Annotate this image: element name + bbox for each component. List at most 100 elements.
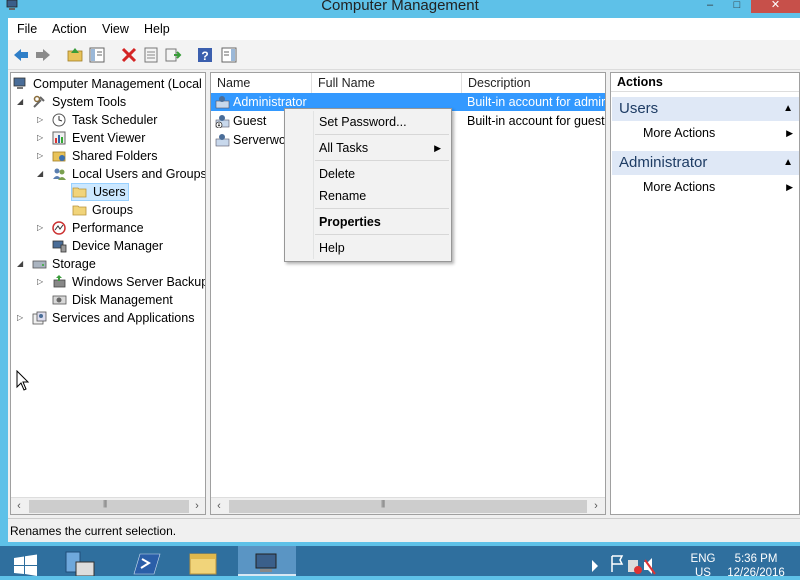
start-button-icon[interactable] [8, 546, 42, 576]
show-hide-action-pane-icon[interactable] [220, 46, 238, 64]
menu-file[interactable]: File [17, 22, 37, 36]
tree-item-shared-folders[interactable]: ▷ Shared Folders [11, 147, 205, 165]
expanded-arrow-icon[interactable]: ◢ [37, 165, 47, 183]
back-arrow-icon[interactable] [12, 46, 30, 64]
tree-label: Services and Applications [52, 311, 195, 325]
system-tools-icon [33, 95, 45, 108]
computer-management-window: Computer Management – □ ✕ File Action Vi… [0, 0, 800, 546]
close-button[interactable]: ✕ [751, 0, 800, 13]
tree-item-disk-management[interactable]: Disk Management [11, 291, 205, 309]
toolbar: ? [8, 40, 800, 70]
collapse-up-icon[interactable]: ▲ [783, 151, 793, 175]
tree-label: Users [93, 185, 126, 199]
menu-item-all-tasks[interactable]: All Tasks [319, 139, 447, 157]
actions-pane: Actions Users ▲ More Actions ▶ Administr… [610, 72, 800, 515]
administrator-more-actions[interactable]: More Actions ▶ [643, 178, 793, 196]
computer-management-taskbar-button[interactable] [238, 546, 296, 576]
menu-item-delete[interactable]: Delete [319, 165, 355, 183]
backup-icon [53, 275, 66, 288]
menu-action[interactable]: Action [52, 22, 87, 36]
tree-label: Windows Server Backup [72, 275, 206, 289]
tree-item-device-manager[interactable]: Device Manager [11, 237, 205, 255]
tree-label: Computer Management (Local [33, 77, 202, 91]
collapsed-arrow-icon[interactable]: ▷ [37, 111, 47, 129]
menu-help[interactable]: Help [144, 22, 170, 36]
scroll-right-icon[interactable]: › [189, 499, 205, 514]
users-more-actions[interactable]: More Actions ▶ [643, 124, 793, 142]
disk-management-icon [52, 295, 67, 305]
menu-item-properties[interactable]: Properties [319, 213, 381, 231]
tree-item-windows-server-backup[interactable]: ▷ Windows Server Backup [11, 273, 206, 291]
tree-item-system-tools[interactable]: ◢ System Tools [11, 93, 205, 111]
tree-item-storage[interactable]: ◢ Storage [11, 255, 205, 273]
column-header-description[interactable]: Description [462, 73, 605, 93]
row-description: Built-in account for admir [467, 95, 606, 109]
tree-label: System Tools [52, 95, 127, 109]
scroll-left-icon[interactable]: ‹ [11, 499, 27, 514]
region-code: US [695, 567, 711, 579]
menu-view[interactable]: View [102, 22, 129, 36]
actions-header: Actions [611, 73, 799, 92]
users-group-icon [53, 168, 66, 180]
delete-icon[interactable] [120, 46, 138, 64]
expanded-arrow-icon[interactable]: ◢ [17, 93, 27, 111]
scrollbar-thumb[interactable] [229, 500, 587, 513]
menu-separator [315, 234, 449, 235]
actions-section-administrator[interactable]: Administrator ▲ [612, 151, 799, 175]
tree-item-event-viewer[interactable]: ▷ Event Viewer [11, 129, 205, 147]
tree-item-groups[interactable]: Groups [11, 201, 205, 219]
file-explorer-icon[interactable] [180, 546, 228, 576]
title-bar[interactable]: Computer Management – □ ✕ [0, 0, 800, 18]
item-label: More Actions [643, 126, 716, 140]
column-header-full-name[interactable]: Full Name [312, 73, 462, 93]
scroll-left-icon[interactable]: ‹ [211, 499, 227, 514]
menu-item-help[interactable]: Help [319, 239, 345, 257]
list-horizontal-scrollbar[interactable]: ‹ ||| › [211, 497, 605, 514]
submenu-arrow-icon: ▶ [786, 128, 793, 138]
menu-separator [315, 160, 449, 161]
tree-item-services-applications[interactable]: ▷ Services and Applications [11, 309, 205, 327]
minimize-button[interactable]: – [697, 0, 723, 13]
tree-item-users[interactable]: Users [71, 183, 129, 201]
tree-item-task-scheduler[interactable]: ▷ Task Scheduler [11, 111, 205, 129]
context-menu: Set Password... All Tasks ▶ Delete Renam… [284, 108, 452, 262]
scrollbar-thumb[interactable] [29, 500, 189, 513]
collapsed-arrow-icon[interactable]: ▷ [37, 147, 47, 165]
tree-item-local-users-groups[interactable]: ◢ Local Users and Groups [11, 165, 205, 183]
up-folder-icon[interactable] [66, 46, 84, 64]
maximize-button[interactable]: □ [724, 0, 750, 13]
show-hide-tree-icon[interactable] [88, 46, 106, 64]
tree-item-performance[interactable]: ▷ Performance [11, 219, 205, 237]
forward-arrow-icon[interactable] [34, 46, 52, 64]
server-manager-icon[interactable] [58, 546, 102, 576]
menu-separator [315, 134, 449, 135]
collapsed-arrow-icon[interactable]: ▷ [37, 129, 47, 147]
submenu-arrow-icon: ▶ [786, 182, 793, 192]
status-bar: Renames the current selection. [8, 518, 800, 542]
shared-folders-icon [52, 151, 66, 162]
powershell-icon[interactable] [124, 546, 168, 576]
collapsed-arrow-icon[interactable]: ▷ [17, 309, 27, 327]
menu-item-rename[interactable]: Rename [319, 187, 366, 205]
submenu-arrow-icon: ▶ [434, 143, 441, 153]
tree-horizontal-scrollbar[interactable]: ‹ ||| › [11, 497, 205, 514]
collapse-up-icon[interactable]: ▲ [783, 97, 793, 121]
clock-time: 5:36 PM [734, 553, 778, 565]
expanded-arrow-icon[interactable]: ◢ [17, 255, 27, 273]
scroll-right-icon[interactable]: › [588, 499, 604, 514]
collapsed-arrow-icon[interactable]: ▷ [37, 219, 47, 237]
menu-gutter [313, 111, 314, 259]
collapsed-arrow-icon[interactable]: ▷ [37, 273, 47, 291]
actions-section-users[interactable]: Users ▲ [612, 97, 799, 121]
column-header-name[interactable]: Name [211, 73, 312, 93]
clock-date: 12/26/2016 [727, 567, 785, 579]
system-tray-icons[interactable] [588, 546, 658, 576]
computer-management-icon [13, 77, 26, 89]
tree-item-root[interactable]: Computer Management (Local [11, 75, 205, 93]
help-icon[interactable]: ? [196, 46, 214, 64]
export-list-icon[interactable] [164, 46, 182, 64]
properties-icon[interactable] [142, 46, 160, 64]
grip-icon: ||| [381, 499, 385, 508]
row-description: Built-in account for guest [467, 114, 605, 128]
menu-item-set-password[interactable]: Set Password... [319, 113, 407, 131]
